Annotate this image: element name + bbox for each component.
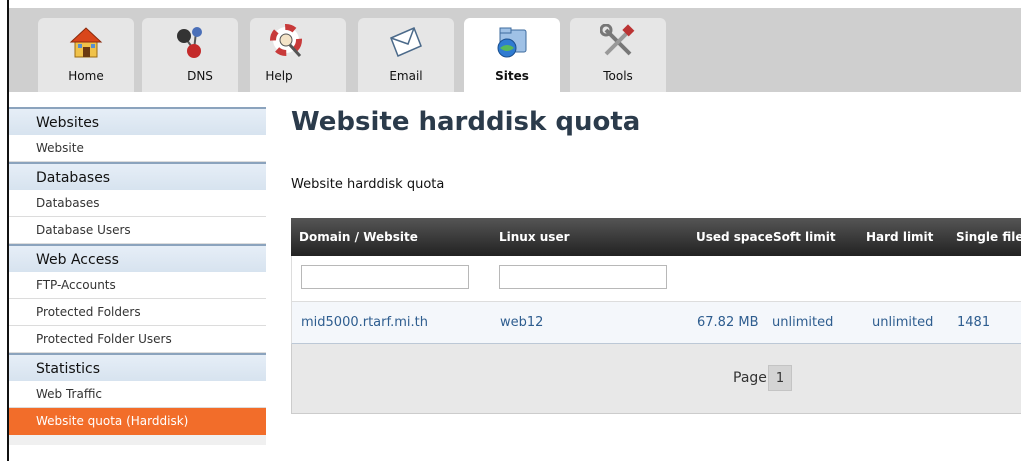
column-header-single-files[interactable]: Single files bbox=[956, 230, 1021, 244]
page-label: Page bbox=[733, 370, 767, 386]
sidebar-group-websites: Websites bbox=[9, 107, 266, 135]
sidebar-footer bbox=[9, 435, 266, 445]
sidebar-item-web-traffic[interactable]: Web Traffic bbox=[9, 381, 266, 408]
tools-icon bbox=[600, 24, 635, 56]
tab-tools[interactable]: Tools bbox=[570, 18, 666, 92]
home-icon bbox=[69, 27, 103, 58]
quota-table: Domain / Website Linux user Used space S… bbox=[291, 218, 1021, 414]
column-header-used-space[interactable]: Used space bbox=[696, 230, 773, 244]
tab-email[interactable]: Email bbox=[358, 18, 454, 92]
tab-sites-label: Sites bbox=[495, 69, 529, 83]
cell-single-files: 1481 bbox=[957, 315, 991, 330]
envelope-icon bbox=[390, 27, 422, 57]
sidebar-item-protected-folders[interactable]: Protected Folders bbox=[9, 299, 266, 326]
linux-user-filter-input[interactable] bbox=[499, 265, 667, 289]
table-header: Domain / Website Linux user Used space S… bbox=[291, 218, 1021, 256]
sidebar-item-website[interactable]: Website bbox=[9, 135, 266, 162]
tab-help-label: Help bbox=[265, 69, 293, 83]
cell-linux-user[interactable]: web12 bbox=[500, 315, 543, 330]
tab-sites[interactable]: Sites bbox=[464, 18, 560, 96]
sidebar-item-databases[interactable]: Databases bbox=[9, 190, 266, 217]
domain-filter-input[interactable] bbox=[301, 265, 469, 289]
sidebar-item-ftp-accounts[interactable]: FTP-Accounts bbox=[9, 272, 266, 299]
column-header-hard-limit[interactable]: Hard limit bbox=[866, 230, 933, 244]
page-title: Website harddisk quota bbox=[291, 107, 641, 137]
sidebar-group-databases: Databases bbox=[9, 162, 266, 190]
sidebar-item-protected-folder-users[interactable]: Protected Folder Users bbox=[9, 326, 266, 353]
filter-row bbox=[291, 256, 1021, 302]
sidebar-group-web-access: Web Access bbox=[9, 244, 266, 272]
dns-network-icon bbox=[177, 27, 202, 58]
tab-help[interactable]: Help bbox=[250, 18, 346, 92]
sidebar-item-website-quota[interactable]: Website quota (Harddisk) bbox=[9, 408, 266, 435]
tab-tools-label: Tools bbox=[603, 69, 633, 83]
column-header-domain[interactable]: Domain / Website bbox=[299, 230, 418, 244]
sites-folder-icon bbox=[497, 27, 527, 58]
sidebar: Websites Website Databases Databases Dat… bbox=[9, 107, 266, 461]
tab-email-label: Email bbox=[389, 69, 423, 83]
column-header-soft-limit[interactable]: Soft limit bbox=[773, 230, 836, 244]
top-navigation: Home DNS Help Email Sites Tools bbox=[9, 8, 1021, 96]
cell-hard-limit: unlimited bbox=[872, 315, 934, 330]
page-number-button[interactable]: 1 bbox=[768, 365, 792, 391]
tab-home-label: Home bbox=[68, 69, 104, 83]
lifebuoy-icon bbox=[270, 24, 302, 58]
cell-domain[interactable]: mid5000.rtarf.mi.th bbox=[301, 315, 428, 330]
pagination: Page 1 bbox=[291, 344, 1021, 414]
cell-used-space: 67.82 MB bbox=[697, 315, 759, 330]
tab-home[interactable]: Home bbox=[38, 18, 134, 92]
sidebar-group-statistics: Statistics bbox=[9, 353, 266, 381]
sidebar-item-database-users[interactable]: Database Users bbox=[9, 217, 266, 244]
table-row[interactable]: mid5000.rtarf.mi.th web12 67.82 MB unlim… bbox=[291, 302, 1021, 344]
column-header-linux-user[interactable]: Linux user bbox=[499, 230, 570, 244]
cell-soft-limit: unlimited bbox=[772, 315, 834, 330]
section-title: Website harddisk quota bbox=[291, 177, 445, 192]
